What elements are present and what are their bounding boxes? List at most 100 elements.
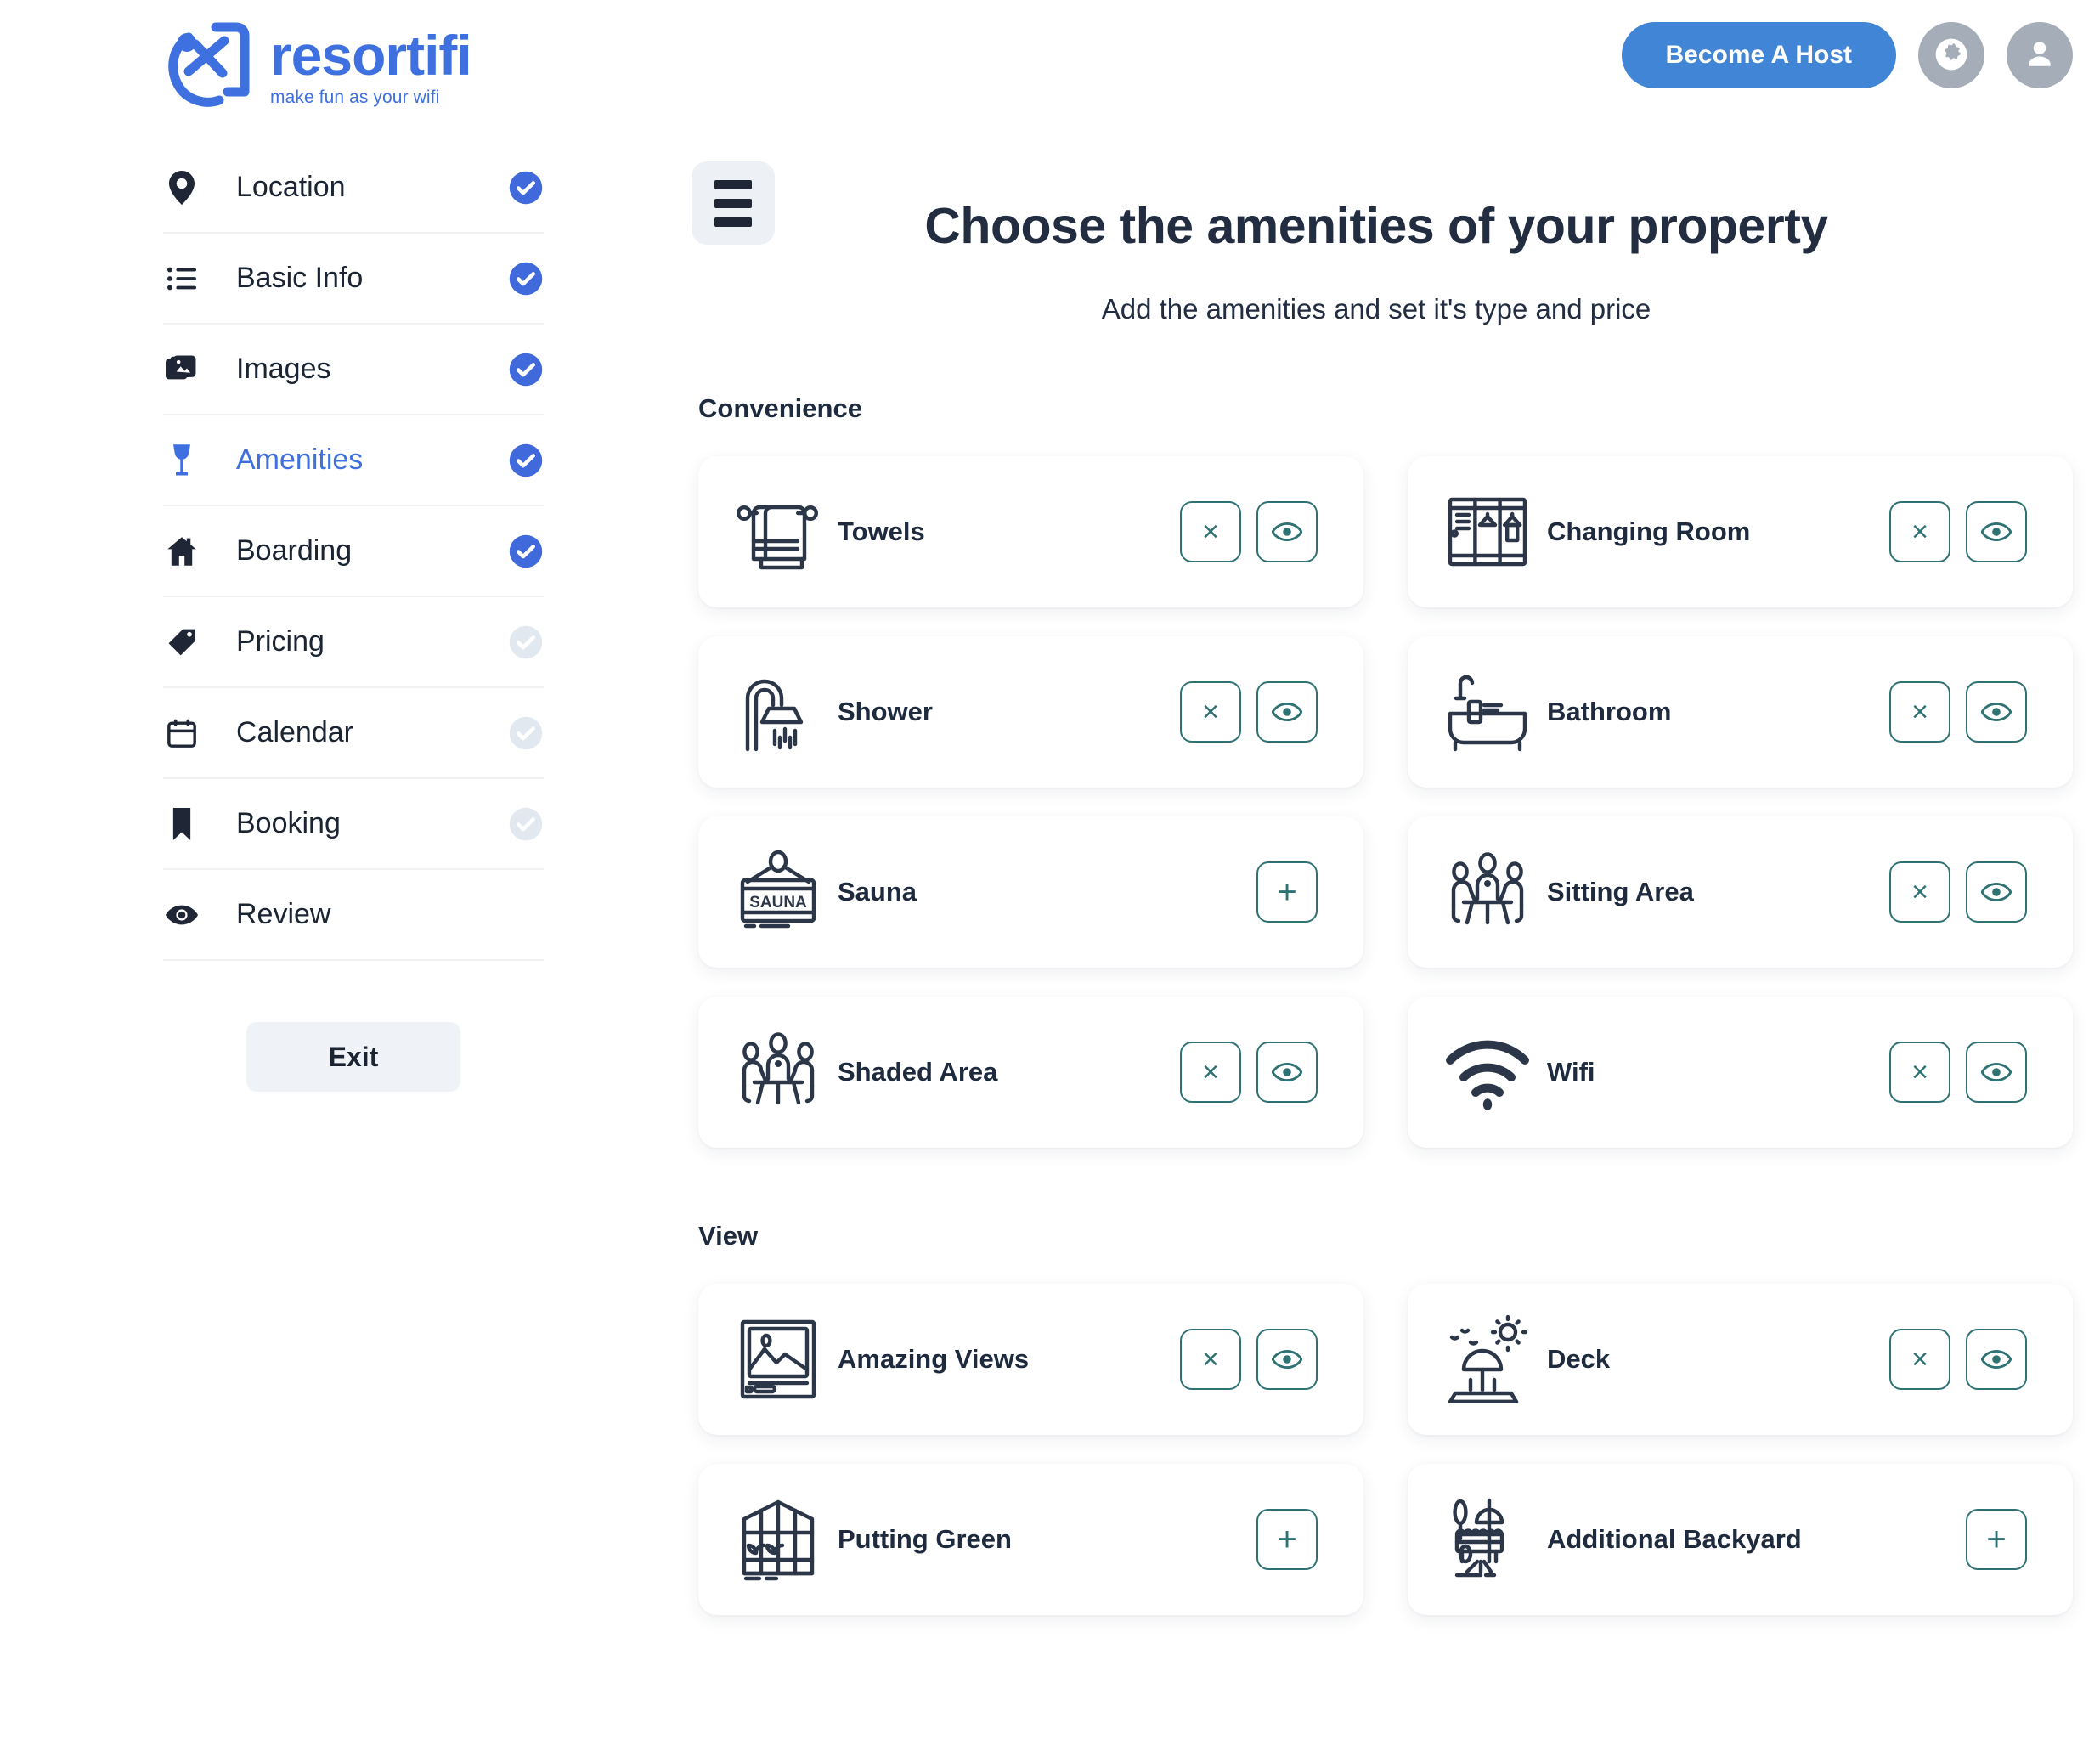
check-circle-icon	[508, 170, 544, 206]
sidebar-item-label: Basic Info	[236, 262, 364, 294]
amenity-label: Changing Room	[1547, 517, 1751, 546]
sidebar-item-basic-info[interactable]: Basic Info	[163, 234, 544, 325]
exit-button[interactable]: Exit	[246, 1022, 460, 1092]
amenity-card-changing-room[interactable]: Changing Room ×	[1408, 456, 2073, 607]
account-avatar-button[interactable]	[2007, 22, 2073, 88]
view-amenity-button[interactable]	[1966, 1042, 2027, 1103]
amenity-actions: ×	[1889, 861, 2027, 923]
view-amenity-button[interactable]	[1966, 1329, 2027, 1390]
view-amenity-button[interactable]	[1256, 681, 1318, 743]
wine-glass-icon	[163, 443, 200, 477]
remove-amenity-button[interactable]: ×	[1180, 1329, 1241, 1390]
amenity-actions: +	[1256, 861, 1318, 923]
price-tag-icon	[163, 627, 200, 658]
add-amenity-button[interactable]: +	[1966, 1509, 2027, 1570]
amenity-card-towels[interactable]: Towels ×	[698, 456, 1363, 607]
amenity-label: Bathroom	[1547, 697, 1672, 726]
amenity-card-shaded-area[interactable]: Shaded Area ×	[698, 997, 1363, 1148]
amenity-label: Sitting Area	[1547, 877, 1694, 906]
amenity-actions: +	[1256, 1509, 1318, 1570]
amenity-card-sauna[interactable]: SAUNA Sauna +	[698, 816, 1363, 968]
sidebar-item-calendar[interactable]: Calendar	[163, 688, 544, 779]
add-amenity-button[interactable]: +	[1256, 1509, 1318, 1570]
amenity-actions: ×	[1180, 501, 1318, 562]
page-subtitle: Add the amenities and set it's type and …	[1101, 293, 1651, 325]
wifi-icon	[1437, 1028, 1538, 1116]
view-amenity-button[interactable]	[1966, 681, 2027, 743]
remove-amenity-button[interactable]: ×	[1889, 1329, 1950, 1390]
sidebar-item-amenities[interactable]: Amenities	[163, 415, 544, 506]
top-bar: Become A Host	[1621, 22, 2073, 88]
language-globe-button[interactable]	[1918, 22, 1984, 88]
amenity-card-additional-backyard[interactable]: Additional Backyard +	[1408, 1464, 2073, 1615]
bathtub-icon	[1437, 668, 1538, 756]
amenity-card-bathroom[interactable]: Bathroom ×	[1408, 636, 2073, 788]
amenity-actions: +	[1966, 1509, 2027, 1570]
sidebar-item-images[interactable]: Images	[163, 325, 544, 415]
sidebar: resortifi make fun as your wifi Location…	[0, 0, 680, 1762]
menu-bar	[714, 179, 752, 189]
sidebar-item-label: Images	[236, 353, 331, 385]
sidebar-item-review[interactable]: Review	[163, 870, 544, 961]
section-title: Convenience	[698, 393, 862, 423]
remove-amenity-button[interactable]: ×	[1180, 681, 1241, 743]
remove-amenity-button[interactable]: ×	[1889, 501, 1950, 562]
amenity-grid: Towels × Changing Room × Shower × Bathro…	[698, 456, 2073, 1148]
check-circle-icon	[508, 624, 544, 660]
amenity-actions: ×	[1889, 1329, 2027, 1390]
amenity-actions: ×	[1889, 501, 2027, 562]
remove-amenity-button[interactable]: ×	[1889, 861, 1950, 923]
check-circle-icon	[508, 352, 544, 387]
amenity-card-deck[interactable]: Deck ×	[1408, 1284, 2073, 1435]
remove-amenity-button[interactable]: ×	[1889, 681, 1950, 743]
sidebar-item-location[interactable]: Location	[163, 143, 544, 234]
framed-picture-icon	[727, 1315, 829, 1403]
amenity-card-shower[interactable]: Shower ×	[698, 636, 1363, 788]
become-a-host-button[interactable]: Become A Host	[1621, 22, 1896, 88]
section-title: View	[698, 1221, 759, 1251]
amenity-card-sitting-area[interactable]: Sitting Area ×	[1408, 816, 2073, 968]
sidebar-item-boarding[interactable]: Boarding	[163, 506, 544, 597]
add-amenity-button[interactable]: +	[1256, 861, 1318, 923]
backyard-grill-icon	[1437, 1495, 1538, 1584]
list-icon	[163, 266, 200, 291]
sidebar-item-label: Boarding	[236, 534, 353, 567]
amenity-card-wifi[interactable]: Wifi ×	[1408, 997, 2073, 1148]
amenity-card-amazing-views[interactable]: Amazing Views ×	[698, 1284, 1363, 1435]
amenity-label: Towels	[838, 517, 925, 546]
sidebar-item-booking[interactable]: Booking	[163, 779, 544, 870]
beach-umbrella-icon	[1437, 1315, 1538, 1403]
section-convenience: Convenience Towels × Changing Room × Sho…	[680, 393, 2073, 1148]
check-circle-icon	[508, 443, 544, 478]
view-amenity-button[interactable]	[1256, 1329, 1318, 1390]
page-title: Choose the amenities of your property	[924, 198, 1828, 254]
view-amenity-button[interactable]	[1256, 501, 1318, 562]
amenity-actions: ×	[1180, 1329, 1318, 1390]
amenity-actions: ×	[1889, 1042, 2027, 1103]
bookmark-icon	[163, 807, 200, 840]
brand-logo[interactable]: resortifi make fun as your wifi	[0, 0, 680, 114]
view-amenity-button[interactable]	[1966, 501, 2027, 562]
sitting-area-icon	[1437, 848, 1538, 936]
amenity-card-putting-green[interactable]: Putting Green +	[698, 1464, 1363, 1615]
sidebar-item-pricing[interactable]: Pricing	[163, 597, 544, 688]
check-circle-icon	[508, 534, 544, 569]
exit-button-wrap: Exit	[163, 1022, 544, 1092]
remove-amenity-button[interactable]: ×	[1180, 1042, 1241, 1103]
brand-name: resortifi	[270, 23, 472, 87]
app-root: resortifi make fun as your wifi Location…	[0, 0, 2100, 1762]
view-amenity-button[interactable]	[1256, 1042, 1318, 1103]
shaded-area-icon	[727, 1028, 829, 1116]
view-amenity-button[interactable]	[1966, 861, 2027, 923]
towel-icon	[727, 488, 829, 576]
check-circle-icon	[508, 715, 544, 751]
images-icon	[163, 355, 200, 384]
remove-amenity-button[interactable]: ×	[1180, 501, 1241, 562]
calendar-icon	[163, 719, 200, 748]
hamburger-menu-icon[interactable]	[692, 161, 775, 245]
user-avatar-icon	[2024, 38, 2056, 73]
sidebar-item-label: Amenities	[236, 443, 364, 476]
remove-amenity-button[interactable]: ×	[1889, 1042, 1950, 1103]
amenity-label: Amazing Views	[838, 1344, 1030, 1374]
main-content: Become A Host Choose the amenities of yo…	[680, 0, 2100, 1762]
